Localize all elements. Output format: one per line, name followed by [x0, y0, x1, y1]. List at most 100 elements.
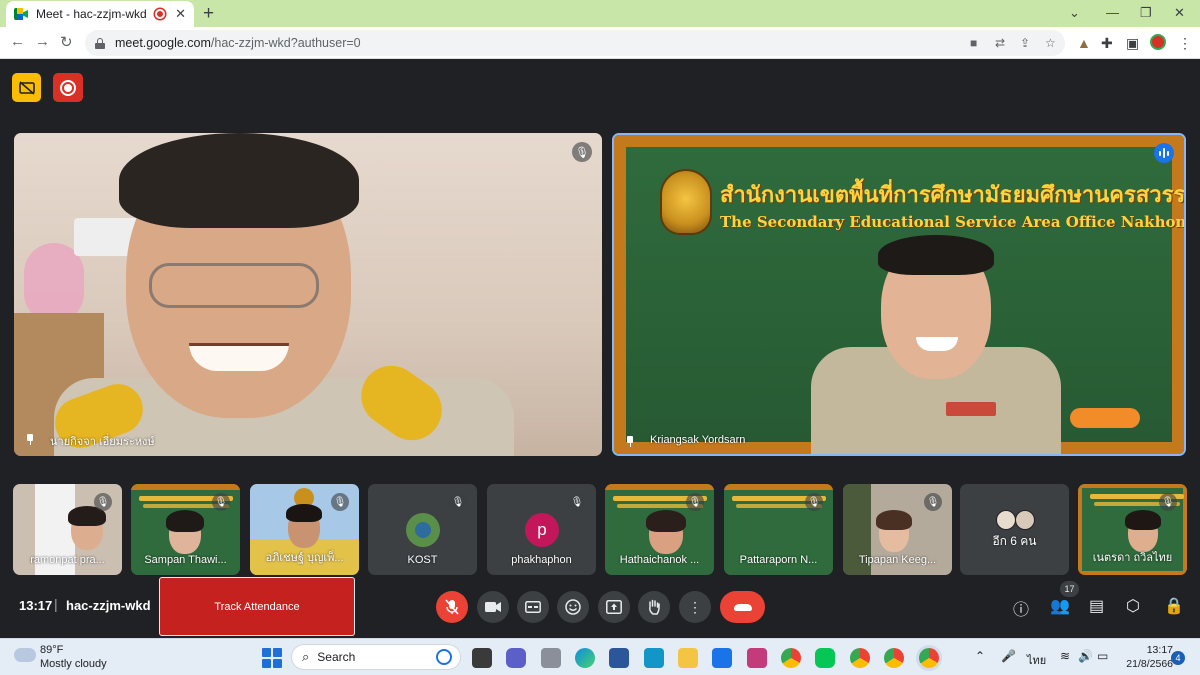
- side-panel-icon[interactable]: ▣: [1126, 35, 1139, 52]
- taskbar-search-box[interactable]: ⌕ Search: [291, 644, 461, 670]
- camera-button[interactable]: [477, 591, 509, 623]
- activities-icon[interactable]: ⬡: [1126, 596, 1140, 616]
- meet-stage: 🎙 นายกิจจา เอี่ยมระหงษ์ สำนักงานเขตพื้นท…: [0, 60, 1200, 638]
- person-hair: [878, 235, 994, 275]
- chrome-active-icon[interactable]: [919, 648, 939, 668]
- participant-name: Pattaraporn N...: [739, 554, 818, 566]
- new-tab-button[interactable]: +: [203, 3, 214, 25]
- cloud-icon[interactable]: [14, 648, 36, 662]
- participant-tile[interactable]: 🎙 KOST: [368, 484, 477, 575]
- app-icon[interactable]: [541, 648, 561, 668]
- line-icon[interactable]: [815, 648, 835, 668]
- share-icon[interactable]: ⇪: [1020, 36, 1030, 50]
- reload-icon[interactable]: ↻: [60, 33, 73, 51]
- close-window-button[interactable]: ✕: [1174, 5, 1185, 21]
- recording-badge[interactable]: [53, 73, 83, 102]
- board-title-english: The Secondary Educational Service Area O…: [720, 213, 1186, 231]
- more-participants-label: อีก 6 คน: [992, 534, 1037, 548]
- weather-description[interactable]: Mostly cloudy: [40, 658, 107, 670]
- person-hair: [119, 133, 359, 228]
- camera-icon: [485, 602, 501, 612]
- chrome-menu-icon[interactable]: ⋮: [1178, 35, 1192, 52]
- more-options-button[interactable]: ⋮: [679, 591, 711, 623]
- clock-time[interactable]: 13:17: [1117, 644, 1173, 656]
- search-label: Search: [317, 650, 356, 664]
- participant-tile[interactable]: p 🎙 phakhaphon: [487, 484, 596, 575]
- microphone-off-button[interactable]: [436, 591, 468, 623]
- participant-name: ramonpat pra...: [30, 554, 105, 566]
- speaking-indicator-icon: [1154, 143, 1174, 163]
- extension-icon[interactable]: ▲: [1077, 35, 1091, 51]
- muted-mic-icon: 🎙: [924, 493, 942, 511]
- minimize-button[interactable]: —: [1106, 5, 1119, 20]
- app-l-icon[interactable]: [644, 648, 664, 668]
- word-icon[interactable]: [609, 648, 629, 668]
- participant-name: phakhaphon: [511, 554, 572, 566]
- extensions-puzzle-icon[interactable]: ✚: [1101, 35, 1113, 52]
- host-controls-icon[interactable]: 🔒: [1164, 596, 1184, 616]
- back-arrow-icon[interactable]: ←: [10, 33, 25, 50]
- clock-date[interactable]: 21/8/2566: [1117, 658, 1173, 670]
- recording-indicator-icon: [155, 9, 166, 19]
- maximize-button[interactable]: ❐: [1140, 5, 1152, 21]
- muted-mic-icon: 🎙: [331, 493, 349, 511]
- video-tile-main-2[interactable]: สำนักงานเขตพื้นที่การศึกษามัธยมศึกษานครส…: [612, 133, 1186, 456]
- present-screen-button[interactable]: [598, 591, 630, 623]
- mic-off-icon: [445, 599, 459, 615]
- snipping-tool-icon[interactable]: [747, 648, 767, 668]
- participant-avatar: [1015, 510, 1035, 530]
- windows-start-icon[interactable]: [262, 648, 282, 668]
- muted-mic-icon: 🎙: [568, 493, 586, 511]
- participant-tile[interactable]: 🎙 ramonpat pra...: [13, 484, 122, 575]
- pin-icon[interactable]: [626, 436, 634, 447]
- muted-mic-icon: 🎙: [212, 493, 230, 511]
- task-view-icon[interactable]: [472, 648, 492, 668]
- microphone-tray-icon[interactable]: 🎤: [1001, 649, 1016, 663]
- tab-close-icon[interactable]: ✕: [175, 6, 186, 22]
- captions-button[interactable]: [517, 591, 549, 623]
- profile-avatar[interactable]: [1150, 34, 1166, 50]
- participant-tile[interactable]: 🎙 เนตรดา ถวิลไทย: [1078, 484, 1187, 575]
- battery-icon[interactable]: ▭: [1097, 649, 1108, 663]
- more-participants-tile[interactable]: อีก 6 คน: [960, 484, 1069, 575]
- meeting-details-icon[interactable]: ⓘ: [1013, 596, 1029, 620]
- edge-icon[interactable]: [575, 648, 595, 668]
- participant-tile[interactable]: 🎙 Hathaichanok ...: [605, 484, 714, 575]
- participant-name: อภิเชษฐ์ บุญเพ็...: [265, 552, 344, 564]
- chat-icon[interactable]: ▤: [1089, 596, 1104, 616]
- mail-icon[interactable]: [712, 648, 732, 668]
- captions-off-badge[interactable]: [12, 73, 41, 102]
- people-icon[interactable]: 👥: [1050, 596, 1070, 616]
- file-explorer-icon[interactable]: [678, 648, 698, 668]
- participant-tile[interactable]: 🎙 อภิเชษฐ์ บุญเพ็...: [250, 484, 359, 575]
- track-attendance-button[interactable]: Track Attendance: [159, 577, 355, 636]
- participant-tile[interactable]: 🎙 Pattaraporn N...: [724, 484, 833, 575]
- participant-tile[interactable]: 🎙 Sampan Thawi...: [131, 484, 240, 575]
- raise-hand-button[interactable]: [638, 591, 670, 623]
- lock-icon[interactable]: [95, 37, 105, 49]
- chrome-profile-icon[interactable]: [850, 648, 870, 668]
- volume-icon[interactable]: 🔊: [1078, 649, 1093, 663]
- chrome-icon[interactable]: [781, 648, 801, 668]
- wifi-icon[interactable]: ≋: [1060, 649, 1070, 663]
- tab-search-icon[interactable]: ⌄: [1069, 5, 1080, 21]
- bing-icon: [436, 649, 452, 665]
- notification-badge[interactable]: 4: [1171, 651, 1185, 665]
- translate-icon[interactable]: ⇄: [995, 36, 1005, 50]
- leave-call-button[interactable]: [720, 591, 765, 623]
- weather-temperature[interactable]: 89°F: [40, 644, 63, 656]
- teams-chat-icon[interactable]: [506, 648, 526, 668]
- board-title-thai: สำนักงานเขตพื้นที่การศึกษามัธยมศึกษานครส…: [720, 182, 1186, 208]
- pin-icon[interactable]: [26, 434, 34, 445]
- chrome-profile-icon[interactable]: [884, 648, 904, 668]
- browser-tab[interactable]: Meet - hac-zzjm-wkd ✕: [6, 1, 194, 27]
- address-bar[interactable]: meet.google.com /hac-zzjm-wkd?authuser=0…: [85, 30, 1065, 56]
- show-hidden-icons-icon[interactable]: ⌃: [975, 649, 985, 663]
- camera-in-use-icon[interactable]: ■: [970, 36, 977, 50]
- participant-tile[interactable]: 🎙 Tipapan Keeg...: [843, 484, 952, 575]
- forward-arrow-icon[interactable]: →: [35, 33, 50, 50]
- reactions-button[interactable]: [557, 591, 589, 623]
- bookmark-star-icon[interactable]: ☆: [1045, 36, 1056, 50]
- input-language[interactable]: ไทย: [1027, 651, 1046, 669]
- video-tile-main-1[interactable]: 🎙 นายกิจจา เอี่ยมระหงษ์: [14, 133, 602, 456]
